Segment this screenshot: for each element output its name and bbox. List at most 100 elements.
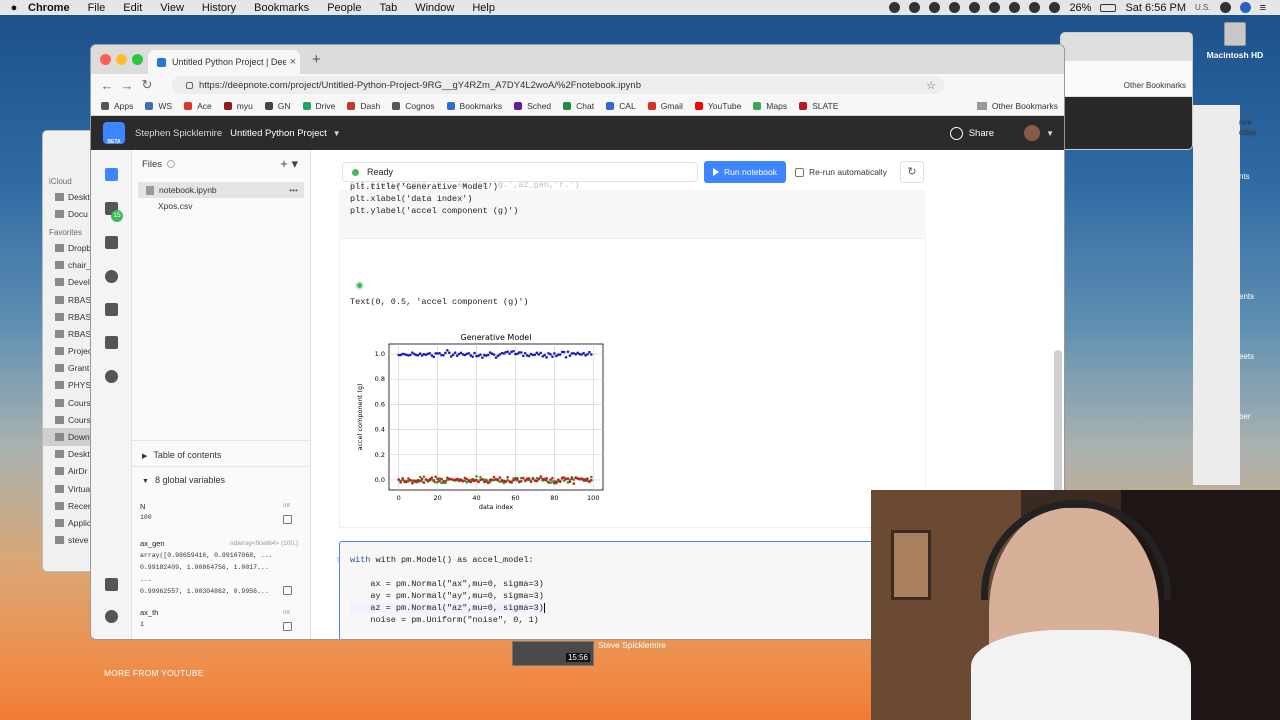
forward-icon[interactable]: → <box>117 78 137 93</box>
bookmark-youtube[interactable]: YouTube <box>694 101 741 111</box>
bookmark-slate[interactable]: SLATE <box>799 101 838 111</box>
menu-app-name[interactable]: Chrome <box>28 2 70 14</box>
desktop-drive[interactable]: Macintosh HD <box>1200 22 1270 60</box>
active-code-cell[interactable]: 1 with with pm.Model() as accel_model: a… <box>336 541 926 639</box>
other-bookmarks[interactable]: Other Bookmarks <box>976 101 1058 111</box>
spotlight-icon[interactable] <box>1219 2 1231 13</box>
run-notebook-button[interactable]: Run notebook <box>704 161 786 183</box>
bookmark-cognos[interactable]: Cognos <box>392 101 435 111</box>
status-icon[interactable] <box>929 2 941 13</box>
chevron-down-icon[interactable]: ▼ <box>333 129 341 138</box>
url-text[interactable]: https://deepnote.com/project/Untitled-Py… <box>199 80 641 91</box>
channel-name[interactable]: Steve Spicklemire <box>598 640 666 650</box>
checkbox-icon[interactable] <box>795 167 804 177</box>
apple-menu-icon[interactable]: ● <box>0 2 28 14</box>
deepnote-logo-icon[interactable]: BETA <box>103 122 125 145</box>
menu-people[interactable]: People <box>327 2 361 14</box>
wifi-icon[interactable] <box>1029 2 1041 13</box>
menu-tab[interactable]: Tab <box>379 2 397 14</box>
open-variable-icon[interactable] <box>283 586 292 595</box>
menu-window[interactable]: Window <box>415 2 454 14</box>
close-window-icon[interactable] <box>100 54 111 65</box>
table-of-contents-toggle[interactable]: ▶ Table of contents <box>142 450 221 460</box>
menu-edit[interactable]: Edit <box>123 2 142 14</box>
share-button[interactable]: Share <box>949 126 994 140</box>
more-from-youtube[interactable]: MORE FROM YOUTUBE <box>104 668 204 678</box>
input-source[interactable]: U.S. <box>1195 3 1211 12</box>
menu-file[interactable]: File <box>88 2 106 14</box>
video-thumbnail[interactable]: 15:56 <box>512 641 594 666</box>
bookmark-dash[interactable]: Dash <box>347 101 380 111</box>
address-bar[interactable]: https://deepnote.com/project/Untitled-Py… <box>172 76 944 94</box>
code-line[interactable]: ax = pm.Normal("ax",mu=0, sigma=3) <box>350 579 543 589</box>
help-icon[interactable] <box>105 610 118 623</box>
add-file-icon[interactable]: + ▾ <box>280 156 298 172</box>
bookmark-bookmarks[interactable]: Bookmarks <box>446 101 502 111</box>
restart-kernel-button[interactable]: ↻ <box>900 161 924 183</box>
bookmark-sched[interactable]: Sched <box>514 101 551 111</box>
history-icon[interactable] <box>105 370 118 383</box>
status-icon[interactable] <box>989 2 1001 13</box>
file-item-csv[interactable]: Xpos.csv <box>138 198 304 214</box>
back-icon[interactable]: ← <box>97 78 117 93</box>
bluetooth-icon[interactable] <box>1009 2 1021 13</box>
avatar[interactable] <box>1024 125 1041 141</box>
code-line-active[interactable]: az = pm.Normal("az",mu=0, sigma=3) <box>350 603 550 613</box>
close-tab-icon[interactable]: × <box>286 56 300 68</box>
code-line[interactable]: plt.xlabel('data index') <box>350 194 472 204</box>
terminal-icon[interactable] <box>105 303 118 316</box>
battery-icon[interactable] <box>1100 3 1117 12</box>
menu-view[interactable]: View <box>160 2 184 14</box>
bookmark-gmail[interactable]: Gmail <box>647 101 683 111</box>
bookmark-ace[interactable]: Ace <box>184 101 212 111</box>
bookmark-gn[interactable]: GN <box>264 101 291 111</box>
lock-icon[interactable] <box>186 81 193 89</box>
menu-bookmarks[interactable]: Bookmarks <box>254 2 309 14</box>
status-icon[interactable] <box>949 2 961 13</box>
bookmark-apps[interactable]: Apps <box>101 101 133 111</box>
battery-percent[interactable]: 26% <box>1069 2 1091 14</box>
menu-history[interactable]: History <box>202 2 236 14</box>
code-line[interactable]: ay = pm.Normal("ay",mu=0, sigma=3) <box>350 591 543 601</box>
volume-icon[interactable] <box>1049 2 1061 13</box>
comments-icon[interactable] <box>105 336 118 349</box>
global-variables-toggle[interactable]: ▼ 8 global variables <box>142 475 225 485</box>
chevron-down-icon[interactable]: ▼ <box>1046 129 1054 138</box>
bookmark-chat[interactable]: Chat <box>563 101 594 111</box>
workspace-user[interactable]: Stephen Spicklemire <box>135 128 222 139</box>
file-item-notebook[interactable]: notebook.ipynb ••• <box>138 182 304 198</box>
status-icon[interactable] <box>889 2 901 13</box>
bookmark-star-icon[interactable]: ☆ <box>926 79 936 92</box>
integrations-icon[interactable] <box>105 236 118 249</box>
background-browser-window[interactable]: Other Bookmarks <box>1060 32 1193 150</box>
files-icon[interactable] <box>105 168 118 181</box>
status-icon[interactable] <box>969 2 981 13</box>
user-icon[interactable] <box>1239 2 1251 13</box>
project-title[interactable]: Untitled Python Project <box>230 128 327 139</box>
open-variable-icon[interactable] <box>283 622 292 631</box>
bookmark-myu[interactable]: myu <box>223 101 253 111</box>
code-line[interactable]: noise = pm.Uniform("noise", 0, 1) <box>350 615 538 625</box>
reload-icon[interactable]: ↻ <box>137 77 157 93</box>
new-tab-icon[interactable]: + <box>312 51 321 68</box>
minimize-window-icon[interactable] <box>116 54 127 65</box>
github-icon[interactable] <box>105 270 118 283</box>
notification-center-icon[interactable]: ≡ <box>1260 2 1266 14</box>
open-variable-icon[interactable] <box>283 515 292 524</box>
rerun-automatically-checkbox[interactable]: Re-run automatically <box>792 161 892 183</box>
bookmark-cal[interactable]: CAL <box>606 101 636 111</box>
code-line[interactable]: with with pm.Model() as accel_model: <box>350 555 534 565</box>
clock[interactable]: Sat 6:56 PM <box>1125 2 1186 14</box>
bookmark-ws[interactable]: WS <box>145 101 172 111</box>
folder-icon <box>55 398 64 407</box>
hardware-icon[interactable] <box>105 578 118 591</box>
tab-deepnote[interactable]: Untitled Python Project | Deep × <box>148 50 300 74</box>
code-line[interactable]: plt.ylabel('accel component (g)') <box>350 206 518 216</box>
menu-help[interactable]: Help <box>472 2 495 14</box>
bookmark-maps[interactable]: Maps <box>753 101 787 111</box>
bookmark-drive[interactable]: Drive <box>302 101 335 111</box>
code-line[interactable]: plt.title('Generative Model') <box>350 182 498 192</box>
zoom-window-icon[interactable] <box>132 54 143 65</box>
status-icon[interactable] <box>909 2 921 13</box>
more-options-icon[interactable]: ••• <box>289 185 298 195</box>
